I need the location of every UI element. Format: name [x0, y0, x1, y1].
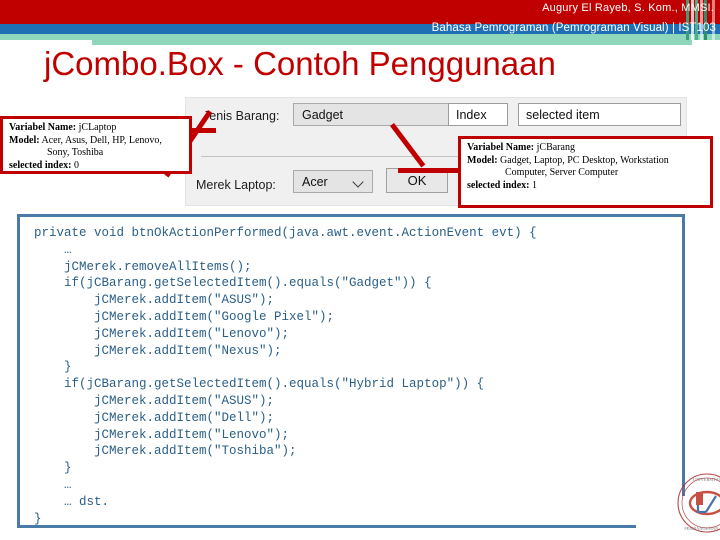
callout-left-model-label: Model: [9, 134, 40, 146]
slide: Augury El Rayeb, S. Kom., MMSI. Bahasa P… [0, 0, 720, 540]
code-line: jCMerek.addItem("Google Pixel"); [34, 309, 335, 324]
combobox-merek-laptop[interactable]: Acer [293, 170, 373, 193]
combobox-merek-laptop-value: Acer [302, 175, 328, 189]
code-line: } [34, 511, 42, 526]
code-line: jCMerek.addItem("Nexus"); [34, 343, 282, 358]
course-title: Bahasa Pemrograman (Pemrograman Visual) … [431, 22, 716, 34]
callout-jclaptop: Variabel Name: jCLaptop Model: Acer, Asu… [0, 116, 192, 174]
code-line: } [34, 360, 72, 375]
callout-right-model-value2: Computer, Server Computer [505, 167, 619, 178]
callout-right-line2: Model: Gadget, Laptop, PC Desktop, Works… [467, 155, 705, 168]
callout-right-line1: Variabel Name: jCBarang [467, 142, 705, 155]
callout-right-index-value: 1 [532, 179, 537, 191]
callout-right-var-value: jCBarang [536, 142, 575, 153]
combobox-jenis-barang-value: Gadget [302, 108, 344, 122]
code-line: … dst. [34, 494, 110, 509]
textfield-selected-item-value: selected item [526, 108, 600, 122]
callout-left-line3: Sony, Toshiba [9, 147, 184, 160]
label-merek-laptop: Merek Laptop: [196, 178, 276, 192]
code-line: jCMerek.addItem("Dell"); [34, 410, 275, 425]
page-title: jCombo.Box - Contoh Penggunaan [44, 45, 556, 82]
lecturer-name: Augury El Rayeb, S. Kom., MMSI. [542, 2, 714, 14]
code-block: private void btnOkActionPerformed(java.a… [17, 214, 685, 528]
code-line: jCMerek.removeAllItems(); [34, 259, 252, 274]
code-line: if(jCBarang.getSelectedItem().equals("Ga… [34, 276, 432, 291]
code-line: … [34, 242, 72, 257]
code-line: jCMerek.addItem("Lenovo"); [34, 326, 290, 341]
callout-left-line2: Model: Acer, Asus, Dell, HP, Lenovo, [9, 135, 184, 148]
callout-right-var-label: Variabel Name: [467, 142, 535, 153]
university-seal-watermark: UNIVERSITAS PEMBANGUNAN JAYA [676, 472, 720, 534]
label-jenis-barang: Jenis Barang: [203, 109, 280, 123]
callout-right-connector [398, 168, 461, 173]
callout-left-index-label: selected index: [9, 159, 72, 171]
callout-left-model-value2: Sony, Toshiba [47, 147, 104, 158]
code-line: if(jCBarang.getSelectedItem().equals("Hy… [34, 377, 485, 392]
code-line: jCMerek.addItem("Toshiba"); [34, 444, 297, 459]
code-line: … [34, 477, 72, 492]
callout-right-model-value: Gadget, Laptop, PC Desktop, Workstation [500, 154, 669, 166]
code-line: private void btnOkActionPerformed(java.a… [34, 226, 537, 240]
textfield-index-value: Index [456, 108, 487, 122]
callout-left-model-value: Acer, Asus, Dell, HP, Lenovo, [41, 134, 162, 146]
svg-text:PEMBANGUNAN JAYA: PEMBANGUNAN JAYA [684, 526, 720, 531]
code-line: jCMerek.addItem("ASUS"); [34, 293, 275, 308]
chevron-down-icon [354, 178, 363, 187]
callout-left-line1: Variabel Name: jCLaptop [9, 122, 184, 135]
code-line: jCMerek.addItem("ASUS"); [34, 393, 275, 408]
callout-right-line3: Computer, Server Computer [467, 167, 705, 180]
textfield-index[interactable]: Index [448, 103, 508, 126]
code-line: } [34, 461, 72, 476]
svg-text:UNIVERSITAS: UNIVERSITAS [693, 477, 720, 482]
callout-right-index-label: selected index: [467, 179, 530, 191]
callout-left-line4: selected index: 0 [9, 160, 184, 173]
callout-right-line4: selected index: 1 [467, 180, 705, 193]
callout-left-var-value: jCLaptop [78, 122, 117, 133]
textfield-selected-item[interactable]: selected item [518, 103, 681, 126]
callout-left-index-value: 0 [74, 159, 79, 171]
callout-left-var-label: Variabel Name: [9, 122, 77, 133]
callout-jcbarang: Variabel Name: jCBarang Model: Gadget, L… [458, 136, 713, 208]
callout-right-model-label: Model: [467, 154, 498, 166]
code-line: jCMerek.addItem("Lenovo"); [34, 427, 290, 442]
